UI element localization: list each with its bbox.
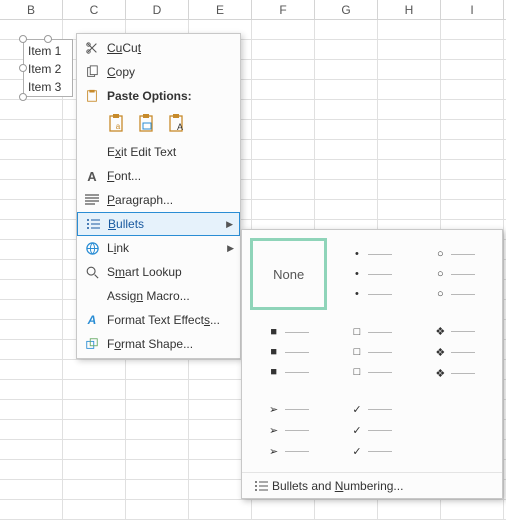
submenu-arrow-icon: ▶ — [227, 243, 234, 254]
copy-icon — [81, 60, 103, 84]
bullet-option-hollow-round[interactable]: ○ ○ ○ — [417, 238, 494, 310]
menu-cut[interactable]: CuCutCut — [77, 36, 240, 60]
bullet-option-hollow-square[interactable]: □ □ □ — [333, 316, 410, 388]
resize-handle[interactable] — [19, 64, 27, 72]
bullet-option-diamond[interactable]: ❖ ❖ ❖ — [417, 316, 494, 388]
bullet-option-filled-round[interactable]: • • • — [333, 238, 410, 310]
footer-label: Bullets and Numbering... — [272, 479, 403, 493]
bullet-option-checkmark[interactable]: ✓ ✓ ✓ — [333, 394, 410, 466]
menu-label: Bullets — [104, 217, 226, 231]
paste-options-row: a A — [77, 108, 240, 140]
menu-label: Format Text Effects... — [103, 313, 234, 327]
text-box[interactable]: Item 1 Item 2 Item 3 — [23, 39, 73, 97]
col-header[interactable]: C — [63, 0, 126, 19]
menu-assign-macro[interactable]: Assign Macro... — [77, 284, 240, 308]
resize-handle[interactable] — [19, 35, 27, 43]
menu-label: Link — [103, 241, 227, 255]
menu-label: Exit Edit Text — [103, 145, 234, 159]
menu-label: CuCutCut — [103, 41, 234, 55]
textbox-line: Item 1 — [28, 42, 68, 60]
menu-exit-edit[interactable]: Exit Edit Text — [77, 140, 240, 164]
menu-label: Paste Options: — [103, 89, 234, 103]
menu-font[interactable]: A Font... — [77, 164, 240, 188]
submenu-arrow-icon: ▶ — [226, 219, 233, 230]
col-header[interactable]: H — [378, 0, 441, 19]
menu-link[interactable]: Link ▶ — [77, 236, 240, 260]
column-headers: B C D E F G H I — [0, 0, 506, 20]
menu-label: Paragraph... — [103, 193, 234, 207]
menu-label: Smart Lookup — [103, 265, 234, 279]
bullet-option-none[interactable]: None — [250, 238, 327, 310]
textbox-line: Item 2 — [28, 60, 68, 78]
menu-label: Font... — [103, 169, 234, 183]
link-icon — [81, 236, 103, 260]
menu-format-text-effects[interactable]: A Format Text Effects... — [77, 308, 240, 332]
menu-label: Assign Macro... — [103, 289, 234, 303]
menu-paragraph[interactable]: Paragraph... — [77, 188, 240, 212]
paste-text-only-button[interactable]: A — [167, 112, 189, 134]
font-icon: A — [81, 164, 103, 188]
col-header[interactable]: I — [441, 0, 504, 19]
bullet-option-empty — [417, 394, 494, 466]
context-menu: CuCutCut Copy Paste Options: a A Exit Ed… — [76, 33, 241, 359]
paste-picture-button[interactable] — [137, 112, 159, 134]
resize-handle[interactable] — [19, 93, 27, 101]
resize-handle[interactable] — [44, 35, 52, 43]
svg-text:a: a — [116, 122, 121, 131]
menu-copy[interactable]: Copy — [77, 60, 240, 84]
search-icon — [81, 260, 103, 284]
svg-text:A: A — [177, 122, 183, 132]
col-header[interactable]: D — [126, 0, 189, 19]
clipboard-icon — [81, 84, 103, 108]
bullets-and-numbering[interactable]: Bullets and Numbering... — [242, 472, 502, 498]
bullets-icon — [250, 480, 272, 492]
text-effects-icon: A — [81, 308, 103, 332]
none-label: None — [273, 267, 304, 282]
bullets-icon — [82, 212, 104, 236]
menu-smart-lookup[interactable]: Smart Lookup — [77, 260, 240, 284]
col-header[interactable]: B — [0, 0, 63, 19]
col-header[interactable]: E — [189, 0, 252, 19]
col-header[interactable]: G — [315, 0, 378, 19]
paragraph-icon — [81, 188, 103, 212]
menu-format-shape[interactable]: Format Shape... — [77, 332, 240, 356]
bullets-submenu: None • • • ○ ○ ○ ■ ■ ■ □ □ □ ❖ ❖ ❖ ➢ ➢ — [241, 229, 503, 499]
col-header[interactable]: F — [252, 0, 315, 19]
bullet-option-filled-square[interactable]: ■ ■ ■ — [250, 316, 327, 388]
scissors-icon — [81, 36, 103, 60]
menu-paste-options: Paste Options: — [77, 84, 240, 108]
menu-bullets[interactable]: Bullets ▶ — [77, 212, 240, 236]
menu-label: Copy — [103, 65, 234, 79]
format-shape-icon — [81, 332, 103, 356]
menu-label: Format Shape... — [103, 337, 234, 351]
textbox-line: Item 3 — [28, 78, 68, 96]
bullet-option-arrow[interactable]: ➢ ➢ ➢ — [250, 394, 327, 466]
paste-keep-source-button[interactable]: a — [107, 112, 129, 134]
